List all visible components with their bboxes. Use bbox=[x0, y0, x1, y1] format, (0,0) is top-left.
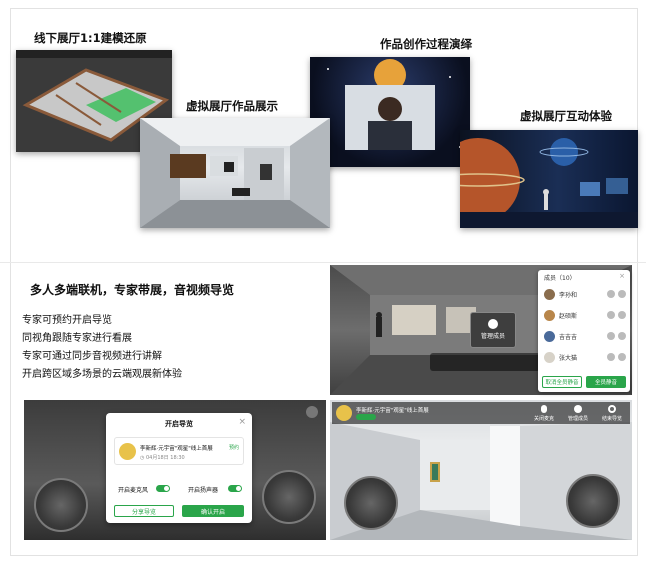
mic-toggle[interactable] bbox=[156, 485, 170, 492]
status-badge: 预约 bbox=[228, 445, 239, 451]
members-panel: 成员（10） × 李孙和 赵硕斯 吉吉吉 张大猫 bbox=[538, 270, 630, 392]
joystick-left[interactable] bbox=[344, 476, 398, 530]
manage-members-button[interactable]: 管理成员 bbox=[470, 312, 516, 348]
speaker-label: 开启扬声器 bbox=[188, 487, 219, 494]
section-divider bbox=[0, 262, 646, 263]
feature-item: 专家可通过同步音视频进行讲解 bbox=[22, 351, 162, 362]
feature-item: 专家可预约开启导览 bbox=[22, 315, 112, 326]
confirm-start-button[interactable]: 确认开启 bbox=[182, 505, 244, 517]
share-icon[interactable] bbox=[306, 406, 318, 418]
joystick-right[interactable] bbox=[262, 470, 316, 524]
camera-icon[interactable] bbox=[618, 290, 626, 298]
event-time: ◷ 04月18日 18:30 bbox=[140, 455, 185, 461]
label-process: 作品创作过程演绎 bbox=[380, 37, 472, 51]
member-row[interactable]: 赵硕斯 bbox=[544, 308, 626, 322]
mute-all-button[interactable]: 全员静音 bbox=[586, 376, 626, 388]
mic-label: 开启麦克风 bbox=[118, 487, 149, 494]
unmute-all-button[interactable]: 取消全员静音 bbox=[542, 376, 582, 388]
middle-heading: 多人多端联机，专家带展，音视频导览 bbox=[30, 283, 235, 297]
feature-item: 开启跨区域多场景的云端观展新体验 bbox=[22, 369, 182, 380]
share-tour-button[interactable]: 分享导览 bbox=[114, 505, 174, 517]
joystick-left[interactable] bbox=[34, 478, 88, 532]
event-card[interactable]: 李新辉·元宇宙"观星"线上首展 预约 ◷ 04月18日 18:30 bbox=[114, 437, 244, 465]
label-offline-model: 线下展厅1:1建模还原 bbox=[34, 31, 147, 45]
avatar bbox=[544, 330, 555, 342]
start-tour-dialog: 开启导览 × 李新辉·元宇宙"观星"线上首展 预约 ◷ 04月18日 18:30… bbox=[106, 413, 252, 523]
member-row[interactable]: 吉吉吉 bbox=[544, 329, 626, 343]
avatar bbox=[544, 288, 555, 300]
close-icon[interactable]: × bbox=[238, 417, 246, 427]
members-title: 成员（10） bbox=[544, 275, 576, 282]
label-virtual-display: 虚拟展厅作品展示 bbox=[186, 99, 278, 113]
speaker-video-image bbox=[310, 57, 470, 167]
mic-icon[interactable]: 关闭麦克 bbox=[526, 405, 562, 422]
user-icon bbox=[488, 319, 498, 329]
avatar bbox=[119, 443, 136, 460]
member-row[interactable]: 李孙和 bbox=[544, 287, 626, 301]
dialog-title: 开启导览 bbox=[165, 420, 193, 428]
members-icon[interactable]: 管理成员 bbox=[560, 405, 596, 422]
avatar bbox=[336, 405, 352, 421]
camera-icon[interactable] bbox=[618, 353, 626, 361]
feature-list: 专家可预约开启导览 同视角跟随专家进行看展 专家可通过同步音视频进行讲解 开启跨… bbox=[22, 312, 182, 384]
mic-icon[interactable] bbox=[607, 353, 615, 361]
mic-icon[interactable] bbox=[607, 311, 615, 319]
gear-icon[interactable]: 结束导览 bbox=[594, 405, 630, 422]
joystick-right[interactable] bbox=[566, 474, 620, 528]
avatar bbox=[544, 351, 555, 363]
space-interactive-image bbox=[460, 130, 638, 228]
label-interactive: 虚拟展厅互动体验 bbox=[520, 109, 612, 123]
speaker-toggle[interactable] bbox=[228, 485, 242, 492]
live-title: 李新辉·元宇宙"观星"线上首展 bbox=[356, 408, 429, 414]
close-icon[interactable]: × bbox=[619, 272, 625, 280]
live-badge bbox=[356, 414, 376, 420]
camera-icon[interactable] bbox=[618, 332, 626, 340]
mic-icon[interactable] bbox=[607, 290, 615, 298]
virtual-gallery-image bbox=[140, 118, 330, 228]
mic-icon[interactable] bbox=[607, 332, 615, 340]
camera-icon[interactable] bbox=[618, 311, 626, 319]
feature-item: 同视角跟随专家进行看展 bbox=[22, 333, 132, 344]
avatar bbox=[544, 309, 555, 321]
member-row[interactable]: 张大猫 bbox=[544, 350, 626, 364]
